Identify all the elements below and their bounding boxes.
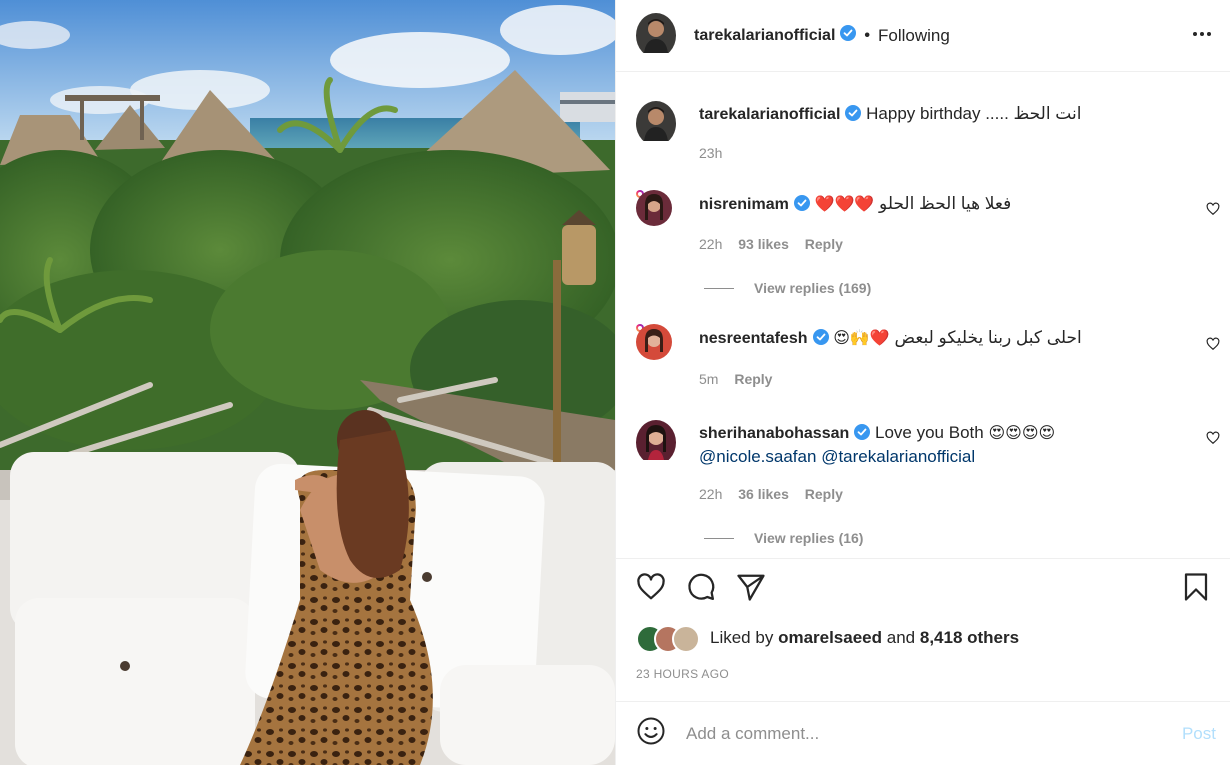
comment-body: sherihanabohassan Love you Both 😍😍😍😍 @ni… [699,422,1180,468]
author-username[interactable]: tarekalarianofficial [694,27,835,45]
comment-username[interactable]: nisrenimam [699,196,789,213]
story-ring[interactable] [636,190,672,226]
verified-badge-icon [793,195,810,217]
liker-avatar [672,625,700,653]
reply-button[interactable]: Reply [734,371,772,387]
post-image [0,0,615,765]
post-photo[interactable] [0,0,615,765]
comment-meta: 22h 93 likes Reply [699,236,855,252]
caption-avatar-image [636,101,676,141]
reply-button[interactable]: Reply [805,236,843,252]
comment-body: nesreentafesh 😍🙌❤️ احلى كبل ربنا يخليكو … [699,327,1180,351]
commenter-avatar [636,190,672,226]
comment-time[interactable]: 22h [699,486,722,502]
commenter-avatar-image [636,420,676,460]
following-button[interactable]: Following [878,26,950,46]
comment-emoji: ❤️❤️❤️ [814,194,875,213]
like-comment-heart-icon[interactable] [1206,202,1220,221]
mention-link[interactable]: @nicole.saafan [699,447,816,466]
verified-badge-icon [840,25,857,46]
comment-meta: 5m Reply [699,371,784,387]
commenter-avatar-image [636,324,672,360]
post-timestamp[interactable]: 23 HOURS AGO [636,667,729,681]
comment-username[interactable]: nesreentafesh [699,330,808,347]
action-bar [636,572,1210,612]
instagram-post-view: tarekalarianofficial • Following tarekal… [0,0,1230,765]
comment-meta: 22h 36 likes Reply [699,486,855,502]
commenter-avatar[interactable] [636,420,676,465]
like-comment-heart-icon[interactable] [1206,337,1220,356]
comment-text: Love you Both [875,423,984,442]
caption-meta: 23h [699,145,734,161]
comment-body: nisrenimam ❤️❤️❤️ فعلا هيا الحظ الحلو [699,193,1180,217]
comment-emoji: 😍😍😍😍 [988,423,1056,442]
commenter-avatar [636,324,672,360]
view-replies-button[interactable]: View replies (169) [704,280,871,296]
view-replies-label: View replies (169) [754,280,872,296]
commenter-avatar-image [636,190,672,226]
separator-dot: • [864,26,871,44]
add-comment-bar: Post [616,701,1230,765]
likes-and-label: and [886,628,916,647]
caption-body: tarekalarianofficial Happy birthday ....… [699,103,1180,127]
comment-time[interactable]: 22h [699,236,722,252]
post-header: tarekalarianofficial • Following [616,0,1230,72]
more-options-icon[interactable] [1190,22,1214,51]
reply-button[interactable]: Reply [805,486,843,502]
view-replies-label: View replies (16) [754,530,864,546]
save-bookmark-icon[interactable] [1182,572,1210,607]
comment-time[interactable]: 5m [699,371,718,387]
comment-emoji: 😍🙌❤️ [833,328,890,347]
author-avatar[interactable] [636,13,676,58]
comment-likes[interactable]: 36 likes [738,486,789,502]
replies-divider [704,287,734,289]
like-heart-icon[interactable] [636,572,666,607]
comment-username[interactable]: sherihanabohassan [699,425,849,442]
emoji-smiley-icon[interactable] [636,716,666,751]
comment-likes[interactable]: 93 likes [738,236,789,252]
post-comment-button[interactable]: Post [1182,724,1216,744]
replies-divider [704,537,734,539]
caption-avatar[interactable] [636,101,676,146]
verified-badge-icon [854,424,871,446]
caption-username[interactable]: tarekalarianofficial [699,106,840,123]
mention-link[interactable]: @tarekalarianofficial [821,447,975,466]
likes-summary: Liked by omarelsaeed and 8,418 others [636,625,1019,653]
comment-input[interactable] [684,722,1182,745]
comment-text: احلى كبل ربنا يخليكو لبعض [894,328,1082,347]
comments-list[interactable]: tarekalarianofficial Happy birthday ....… [616,72,1230,559]
liker-avatars[interactable] [636,625,706,653]
likes-others-count[interactable]: 8,418 others [920,628,1019,648]
like-comment-heart-icon[interactable] [1206,431,1220,450]
author-avatar-image [636,13,676,53]
view-replies-button[interactable]: View replies (16) [704,530,863,546]
liked-by-label: Liked by [710,628,774,647]
share-paper-plane-icon[interactable] [736,572,766,607]
liker-username[interactable]: omarelsaeed [778,628,882,648]
verified-badge-icon [812,329,829,351]
caption-text: Happy birthday ..... انت الحظ [866,104,1082,123]
comment-text: فعلا هيا الحظ الحلو [879,194,1012,213]
caption-time[interactable]: 23h [699,145,722,161]
verified-badge-icon [845,105,862,127]
story-ring[interactable] [636,324,672,360]
post-details-panel: tarekalarianofficial • Following tarekal… [615,0,1230,765]
comment-bubble-icon[interactable] [686,572,716,607]
